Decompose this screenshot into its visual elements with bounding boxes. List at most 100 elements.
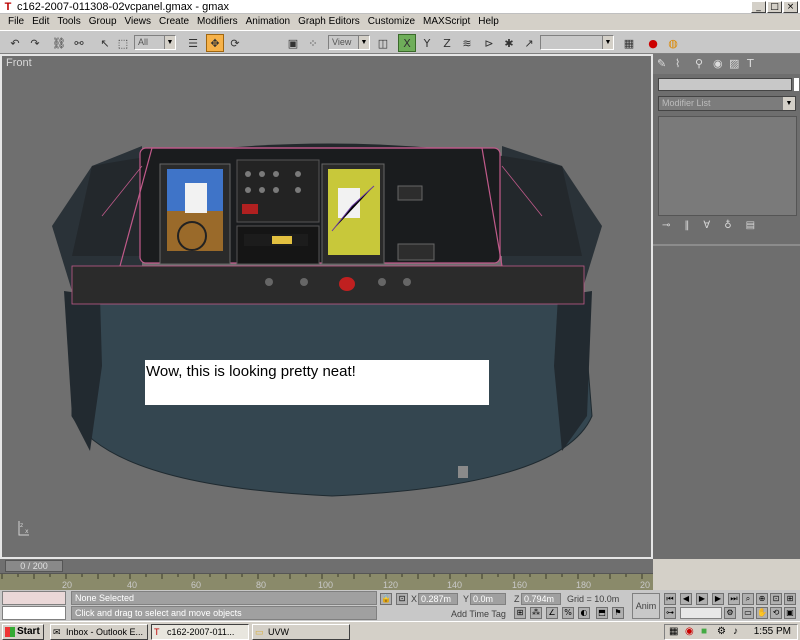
tray-icon[interactable]: ▦ [669,626,678,637]
select-and-rotate-icon[interactable]: ⟳ [226,34,244,52]
tray-icon[interactable]: ⚙ [717,626,726,637]
time-slider-thumb[interactable]: 0 / 200 [5,560,63,572]
taskbar-item-uvw[interactable]: ▭ UVW [252,624,350,640]
animate-button[interactable]: Anim [632,593,660,619]
reference-coord-dropdown[interactable]: View ▼ [328,35,370,50]
menu-graph-editors[interactable]: Graph Editors [294,14,364,30]
maxscript-listener-white[interactable] [2,606,66,620]
time-config-icon[interactable]: ⚙ [724,607,736,619]
lock-selection-icon[interactable]: 🔒 [380,593,392,605]
window-crossing-icon[interactable]: ⬒ [596,607,608,619]
y-coordinate[interactable]: 0.0m [470,593,506,605]
menu-animation[interactable]: Animation [242,14,294,30]
select-by-name-icon[interactable]: ☰ [184,34,202,52]
pan-icon[interactable]: ✋ [756,607,768,619]
selection-lock-icon[interactable]: ⚑ [612,607,624,619]
mirror-icon[interactable]: ⊳ [480,34,498,52]
track-view-icon[interactable]: ▦ [620,34,638,52]
next-frame-icon[interactable]: ▶ [712,593,724,605]
current-frame-field[interactable] [680,607,722,619]
goto-start-icon[interactable]: ⏮ [664,593,676,605]
restrict-plane-icon[interactable]: ≋ [458,34,476,52]
zoom-extents-all-icon[interactable]: ⊞ [784,593,796,605]
arc-rotate-icon[interactable]: ⟲ [770,607,782,619]
taskbar-item-outlook[interactable]: ✉ Inbox - Outlook E... [50,624,148,640]
percent-snap-icon[interactable]: % [562,607,574,619]
named-selection-sets-dropdown[interactable]: ▼ [540,35,614,50]
select-region-icon[interactable]: ⬚ [114,34,132,52]
undo-icon[interactable]: ↶ [6,34,24,52]
select-object-icon[interactable]: ↖ [96,34,114,52]
restrict-z-icon[interactable]: Z [438,34,456,52]
close-button[interactable]: × [783,1,798,13]
menu-edit[interactable]: Edit [28,14,53,30]
degradation-override-icon[interactable]: ⊞ [514,607,526,619]
modifier-list-dropdown[interactable]: Modifier List ▼ [658,96,796,111]
key-mode-icon[interactable]: ⊶ [664,607,676,619]
maximize-button[interactable]: □ [767,1,782,13]
create-tab-icon[interactable]: ✎ [657,57,666,70]
material-editor-icon[interactable]: ◍ [664,34,682,52]
pivot-center-icon[interactable]: ◫ [374,34,392,52]
menu-tools[interactable]: Tools [53,14,84,30]
zoom-icon[interactable]: ⌕ [742,593,754,605]
front-viewport[interactable]: Front Wow, this is looking pretty neat! … [0,54,653,559]
object-color-swatch[interactable] [794,78,799,91]
menu-maxscript[interactable]: MAXScript [419,14,474,30]
redo-icon[interactable]: ↷ [26,34,44,52]
goto-end-icon[interactable]: ⏭ [728,593,740,605]
angle-snap-icon[interactable]: ∠ [546,607,558,619]
play-icon[interactable]: ▶ [696,593,708,605]
time-slider[interactable]: 0 / 200 [0,559,653,573]
menu-views[interactable]: Views [121,14,156,30]
tray-icon[interactable]: ■ [701,626,707,637]
clock[interactable]: 1:55 PM [754,625,791,639]
remove-modifier-icon[interactable]: ♁ [724,220,731,236]
select-and-move-icon[interactable]: ✥ [206,34,224,52]
z-coordinate[interactable]: 0.794m [521,593,561,605]
menu-group[interactable]: Group [85,14,121,30]
pin-stack-icon[interactable]: ⊸ [662,220,670,236]
selection-filter-dropdown[interactable]: All ▼ [134,35,176,50]
menu-create[interactable]: Create [155,14,193,30]
restrict-x-icon[interactable]: X [398,34,416,52]
menu-modifiers[interactable]: Modifiers [193,14,242,30]
select-and-scale-icon[interactable]: ▣ [284,34,302,52]
unlink-icon[interactable]: ⚯ [70,34,88,52]
make-unique-icon[interactable]: ∀ [703,220,710,236]
start-button[interactable]: Start [2,624,44,640]
spacing-tool-icon[interactable]: ↗ [520,34,538,52]
render-icon[interactable]: ● [644,34,662,52]
motion-tab-icon[interactable]: ◉ [713,57,723,70]
utilities-tab-icon[interactable]: T [747,57,754,70]
maxscript-listener-pink[interactable] [2,591,66,605]
absolute-mode-icon[interactable]: ⊡ [396,593,408,605]
zoom-all-icon[interactable]: ⊕ [756,593,768,605]
snap-icon[interactable]: ⁘ [304,34,322,52]
prev-frame-icon[interactable]: ◀ [680,593,692,605]
track-bar[interactable]: 20 40 60 80 100 120 140 160 180 20 [0,573,653,590]
modify-tab-icon[interactable]: ⌇ [675,57,680,70]
menu-customize[interactable]: Customize [364,14,419,30]
hierarchy-tab-icon[interactable]: ⚲ [695,57,703,70]
volume-icon[interactable]: ♪ [733,626,738,637]
gmax-app-icon[interactable]: T [2,1,14,13]
zoom-extents-icon[interactable]: ⊡ [770,593,782,605]
taskbar-item-gmax[interactable]: Tc162-2007-011... [151,624,249,640]
snap-toggle-icon[interactable]: ⁂ [530,607,542,619]
modifier-stack[interactable] [658,116,797,216]
menu-file[interactable]: File [4,14,28,30]
minimize-button[interactable]: _ [751,1,766,13]
maximize-viewport-icon[interactable]: ▣ [784,607,796,619]
configure-sets-icon[interactable]: ▤ [746,220,755,236]
show-end-result-icon[interactable]: ‖ [684,220,689,236]
restrict-y-icon[interactable]: Y [418,34,436,52]
object-name-field[interactable] [658,78,792,91]
align-icon[interactable]: ✱ [500,34,518,52]
x-coordinate[interactable]: 0.287m [418,593,458,605]
menu-help[interactable]: Help [474,14,503,30]
region-zoom-icon[interactable]: ▭ [742,607,754,619]
spinner-snap-icon[interactable]: ◐ [578,607,590,619]
link-icon[interactable]: ⛓ [50,34,68,52]
add-time-tag-button[interactable]: Add Time Tag [451,608,506,620]
